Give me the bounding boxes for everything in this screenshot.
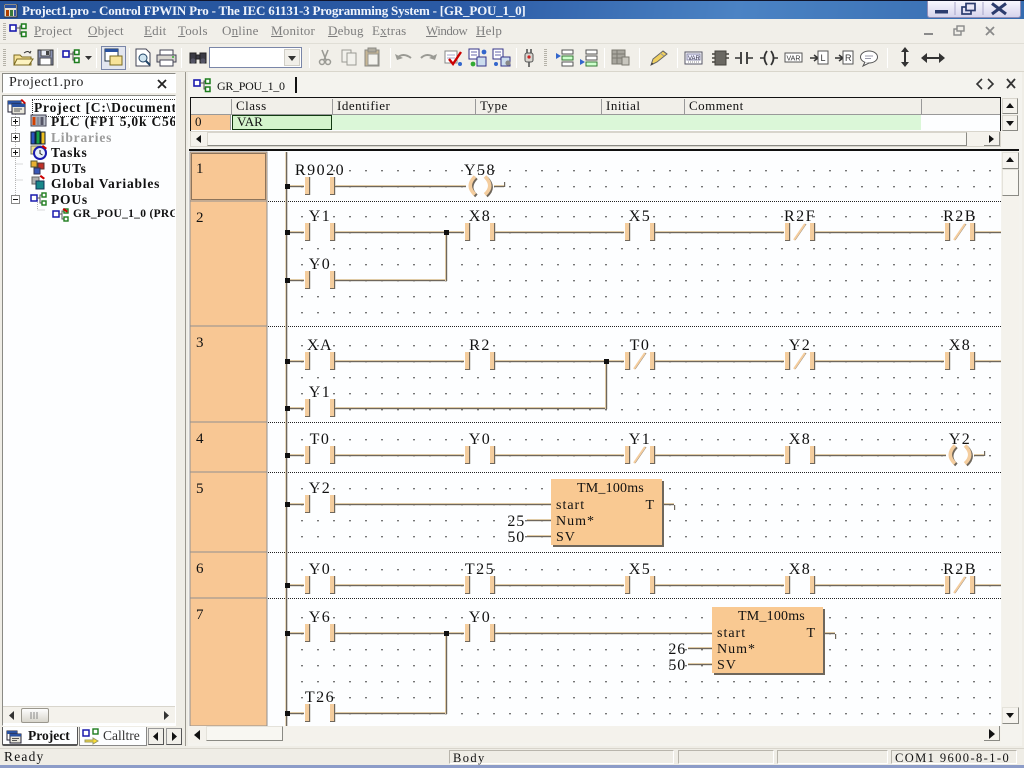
svg-text:Y0: Y0 xyxy=(469,609,492,626)
svg-text:X8: X8 xyxy=(789,561,812,578)
svg-text:XA: XA xyxy=(307,337,333,354)
svg-text:Y2: Y2 xyxy=(789,337,812,354)
svg-text:TM_100ms: TM_100ms xyxy=(577,481,644,496)
svg-text:Y2: Y2 xyxy=(309,480,332,497)
svg-text:Y1: Y1 xyxy=(629,431,652,448)
svg-text:Y0: Y0 xyxy=(469,431,492,448)
svg-text:SV: SV xyxy=(556,530,576,545)
svg-text:T0: T0 xyxy=(310,431,331,448)
svg-text:X8: X8 xyxy=(789,431,812,448)
svg-text:2: 2 xyxy=(196,210,204,226)
svg-text:L: L xyxy=(821,53,826,63)
svg-text:T0: T0 xyxy=(630,337,651,354)
svg-text:R2F: R2F xyxy=(784,208,816,225)
svg-text:T25: T25 xyxy=(465,561,495,578)
svg-text:Y1: Y1 xyxy=(309,384,332,401)
svg-text:Num*: Num* xyxy=(556,514,595,529)
svg-text:50: 50 xyxy=(668,657,686,674)
svg-text:start: start xyxy=(717,626,746,641)
svg-text:SV: SV xyxy=(717,658,737,673)
svg-text:Y0: Y0 xyxy=(309,561,332,578)
svg-text:50: 50 xyxy=(507,529,525,546)
svg-text:5: 5 xyxy=(196,481,204,497)
svg-text:4: 4 xyxy=(196,431,204,447)
svg-text:7: 7 xyxy=(196,607,204,623)
svg-text:X8: X8 xyxy=(469,208,492,225)
svg-text:Y6: Y6 xyxy=(309,609,332,626)
svg-text:R2: R2 xyxy=(469,337,491,354)
svg-text:start: start xyxy=(556,498,585,513)
svg-text:T26: T26 xyxy=(305,689,335,706)
svg-text:Num*: Num* xyxy=(717,642,756,657)
svg-text:X8: X8 xyxy=(949,337,972,354)
svg-text:R: R xyxy=(845,53,852,63)
svg-text:3: 3 xyxy=(196,335,204,351)
svg-text:Y1: Y1 xyxy=(309,208,332,225)
svg-text:VAR: VAR xyxy=(787,56,801,63)
svg-text:6: 6 xyxy=(196,561,204,577)
svg-text:R2B: R2B xyxy=(943,208,977,225)
svg-text:Y58: Y58 xyxy=(464,162,496,179)
svg-text:R2B: R2B xyxy=(943,561,977,578)
svg-text:T: T xyxy=(806,626,815,641)
svg-text:X5: X5 xyxy=(629,208,652,225)
svg-text:26: 26 xyxy=(668,641,686,658)
svg-text:X5: X5 xyxy=(629,561,652,578)
svg-text:Y2: Y2 xyxy=(949,431,972,448)
svg-text:1: 1 xyxy=(196,161,204,177)
svg-text:Y0: Y0 xyxy=(309,256,332,273)
svg-text:R9020: R9020 xyxy=(295,162,345,179)
svg-text:TM_100ms: TM_100ms xyxy=(738,609,805,624)
svg-text:VAR: VAR xyxy=(688,56,701,62)
svg-text:25: 25 xyxy=(507,513,525,530)
svg-text:T: T xyxy=(645,498,654,513)
